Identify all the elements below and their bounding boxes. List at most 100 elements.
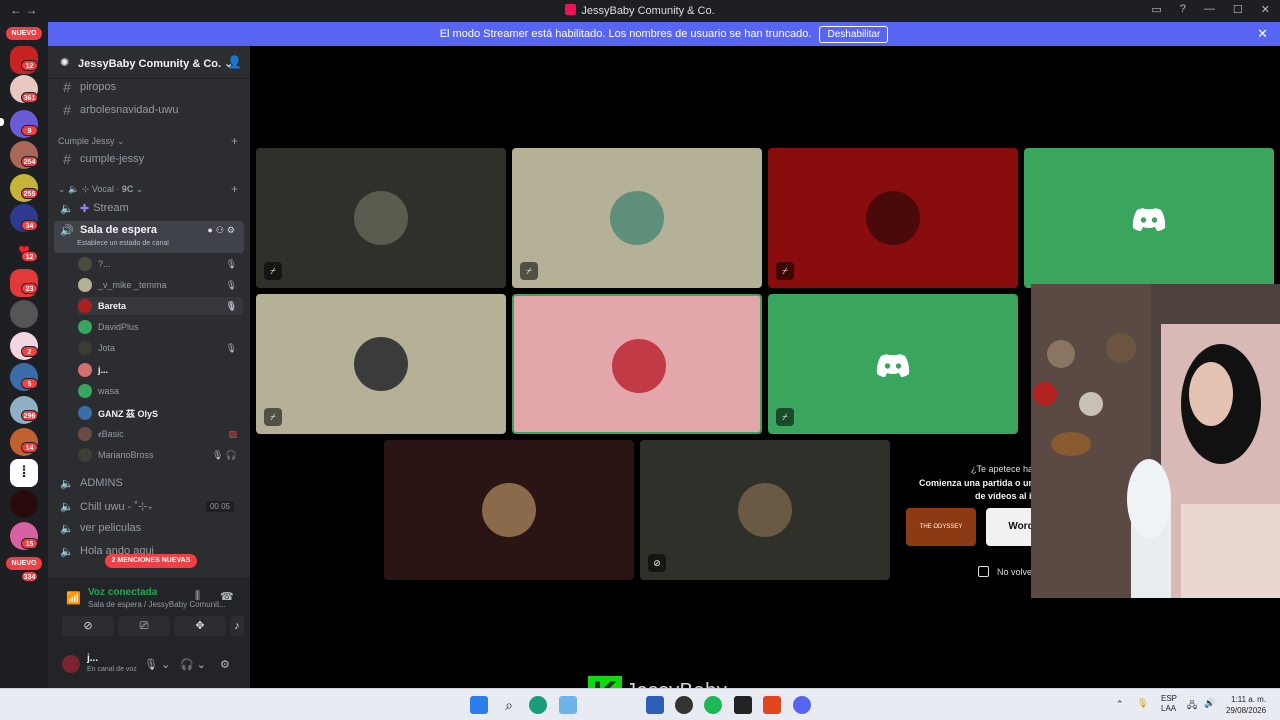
video-tile[interactable] [1024, 148, 1274, 288]
app-icon[interactable] [734, 696, 752, 714]
app-icon[interactable] [559, 696, 577, 714]
avatar [612, 339, 666, 393]
disable-streamer-button[interactable]: Deshabilitar [819, 25, 889, 43]
avatar [78, 257, 92, 271]
microphone-icon[interactable]: 🎙 ⌄ [144, 658, 170, 671]
guild-name-text: JessyBaby Comunity & Co. [78, 58, 222, 70]
voice-connected-title: Voz conectada [88, 587, 158, 598]
windows-start-icon[interactable] [470, 696, 488, 714]
channel-piropos[interactable]: # piropos [54, 77, 244, 97]
brave-icon[interactable] [763, 696, 781, 714]
voice-channel-stream[interactable]: 🔈 ✚ Stream [54, 198, 244, 218]
disconnect-icon[interactable]: ☎ [220, 590, 234, 603]
network-icon[interactable]: 🖧 [1187, 698, 1197, 714]
channel-label: ADMINS [80, 477, 123, 489]
voice-channel-current[interactable]: 🔊 Sala de espera Establece un estado de … [54, 221, 244, 253]
voice-user[interactable]: j... [78, 361, 243, 379]
channel-status[interactable]: Establece un estado de canal [77, 240, 169, 247]
app-icon[interactable] [675, 696, 693, 714]
language-indicator[interactable]: ESP LAA [1161, 694, 1177, 714]
channel-arbolesnavidad[interactable]: # arbolesnavidad-uwu [54, 100, 244, 120]
voice-connected-subtitle[interactable]: Sala de espera / JessyBaby Comunit... [88, 600, 226, 609]
volume-icon[interactable]: 🔊 [1204, 698, 1215, 709]
voice-user[interactable]: Jota 🎙 [78, 339, 243, 357]
voice-user[interactable]: GANZ 茲 OlyS [78, 404, 243, 422]
video-tile[interactable]: ⊘ [640, 440, 890, 580]
add-channel-icon[interactable]: + [231, 134, 238, 148]
close-window-button[interactable]: ✕ [1261, 3, 1270, 16]
add-channel-icon[interactable]: + [231, 182, 238, 196]
kick-icon[interactable]: ⁞ [10, 459, 38, 487]
speaker-icon: 🔈 [60, 522, 74, 535]
avatar [738, 483, 792, 537]
video-tile[interactable] [384, 440, 634, 580]
avatar [482, 483, 536, 537]
speaker-icon: 🔈 [60, 545, 74, 558]
activity-card[interactable]: THE ODYSSEY [906, 508, 976, 546]
inbox-icon[interactable]: ▭ [1151, 3, 1161, 16]
clock[interactable]: 1:11 a. m. 29/08/2026 [1226, 694, 1266, 716]
speaker-icon: 🔊 [60, 225, 74, 237]
voice-channel-movies[interactable]: 🔈 ver peliculas [54, 518, 244, 538]
category-vocal[interactable]: ⌄ 🔈 ⊹ Vocal · 𝟗𝐂 ⌄ + [58, 182, 238, 196]
close-icon[interactable]: ✕ [1257, 26, 1268, 42]
channel-label: cumple-jessy [80, 153, 145, 165]
minimize-button[interactable]: — [1204, 3, 1215, 16]
guild-name[interactable]: JessyBaby Comunity & Co. ⌄ [78, 57, 233, 70]
edge-icon[interactable] [529, 696, 547, 714]
voice-user[interactable]: ?... 🎙 [78, 255, 243, 273]
video-tile[interactable]: ⌿ [256, 294, 506, 434]
maximize-button[interactable]: ☐ [1233, 3, 1243, 16]
camera-button[interactable]: ⊘ [62, 616, 114, 636]
server-icon[interactable] [10, 300, 38, 328]
user-label: MarianoBross [98, 450, 154, 460]
settings-icon[interactable]: ⚙ [220, 658, 230, 671]
voice-user[interactable]: _v_mike _temma 🎙 [78, 276, 243, 294]
video-tile[interactable]: ⌿ [768, 148, 1018, 288]
avatar[interactable] [62, 655, 80, 673]
video-tile[interactable]: ⌿ [256, 148, 506, 288]
spotify-icon[interactable] [704, 696, 722, 714]
signal-icon[interactable]: 📶 [66, 591, 81, 605]
time: 1:11 a. m. [1231, 695, 1267, 704]
soundboard-button[interactable]: ♪ [230, 616, 244, 636]
channel-actions-icon[interactable]: ●⚇⚙ [207, 225, 238, 236]
webcam-image [1031, 284, 1280, 598]
category-cumple[interactable]: Cumple Jessy ⌄ + [58, 134, 238, 148]
noise-suppression-icon[interactable]: ⫼ [195, 590, 200, 603]
channel-cumple-jessy[interactable]: # cumple-jessy [54, 149, 244, 169]
discord-icon[interactable] [793, 696, 811, 714]
video-tile[interactable]: ⌿ [768, 294, 1018, 434]
server-icon[interactable] [10, 490, 38, 518]
voice-channel-admins[interactable]: 🔈 ADMINS [54, 473, 244, 493]
discord-logo-icon [876, 354, 910, 377]
chevron-up-icon[interactable]: ⌃ [1116, 699, 1124, 710]
dont-show-again[interactable]: No volver [978, 566, 1035, 577]
activities-button[interactable]: ✥ [174, 616, 226, 636]
video-tile-speaking[interactable] [512, 294, 762, 434]
checkbox[interactable] [978, 566, 989, 577]
new-mentions-badge[interactable]: 2 MENCIONES NUEVAS [105, 554, 197, 568]
server-badge: 9 [21, 125, 38, 136]
lang-layout: LAA [1161, 704, 1177, 713]
help-icon[interactable]: ? [1180, 3, 1186, 16]
search-icon[interactable]: ⌕ [500, 696, 518, 714]
user-label: Bareta [98, 301, 127, 311]
microphone-icon[interactable]: 🎙 [1137, 698, 1148, 709]
video-tile[interactable]: ⌿ [512, 148, 762, 288]
app-icon[interactable] [646, 696, 664, 714]
voice-user[interactable]: Bareta 🎙 [78, 297, 243, 315]
voice-user[interactable]: wasa [78, 382, 243, 400]
guild-header[interactable]: ✺ JessyBaby Comunity & Co. ⌄ 👤 [48, 46, 250, 79]
avatar [78, 406, 92, 420]
invite-icon[interactable]: 👤 [227, 55, 242, 69]
voice-user[interactable]: DavidPlus [78, 318, 243, 336]
screen-share-button[interactable]: ⎚ [118, 616, 170, 636]
server-badge: 5 [21, 378, 38, 389]
user-label: wasa [98, 386, 120, 396]
headphones-icon[interactable]: 🎧 ⌄ [180, 658, 206, 671]
voice-channel-chill[interactable]: 🔈 Chill uwu - ˚⊹₊ 00 05 [54, 496, 244, 516]
voice-user[interactable]: 𝖊Basic ▨ [78, 425, 243, 443]
voice-user[interactable]: MarianoBross 🎙 🎧 [78, 446, 243, 464]
taskbar: ⌕ ⌃ 🎙 ESP LAA 🖧 🔊 1:11 a. m. 29/08/2026 [0, 688, 1280, 720]
